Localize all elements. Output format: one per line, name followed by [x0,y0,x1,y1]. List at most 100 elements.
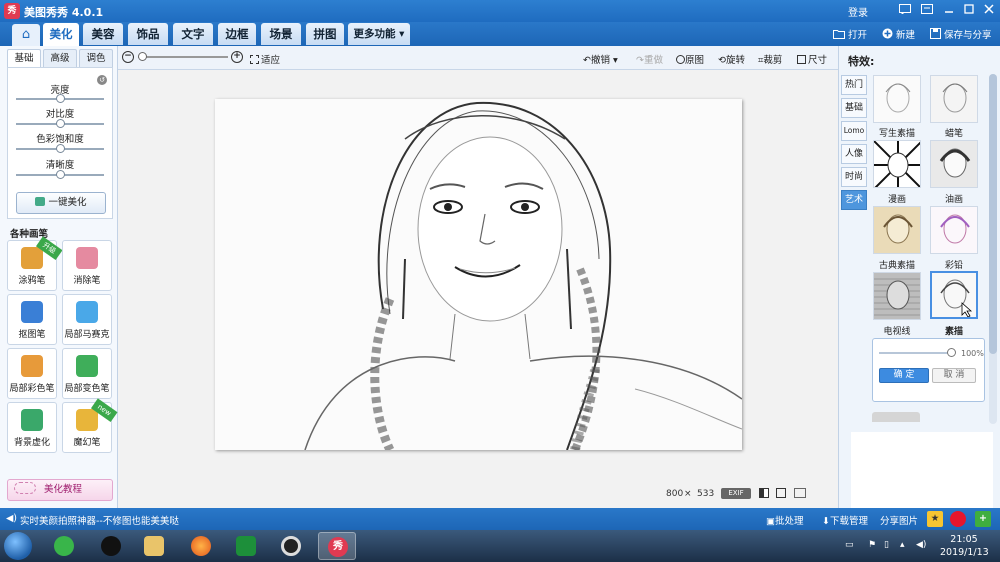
effect-thumb-partial[interactable] [872,412,920,422]
tab-more-features[interactable]: 更多功能 ▾ [348,23,410,45]
tab-beautify[interactable]: 美化 [43,23,79,46]
download-button[interactable]: ⬇下载管理 [822,513,868,527]
zoom-knob[interactable] [138,52,147,61]
effects-scrollbar[interactable] [989,74,997,424]
effect-thumb-color-pencil[interactable] [930,206,978,254]
effect-thumb-sketch-selected[interactable] [930,271,978,319]
batch-button[interactable]: ▣批处理 [766,513,804,527]
brush-cutout[interactable]: 抠图笔 [7,294,57,345]
effect-thumb-sketch-drawing[interactable] [873,75,921,123]
taskbar-qq[interactable] [92,532,130,560]
redo-label: 重做 [643,55,663,66]
crop-button[interactable]: ⌗裁剪 [758,52,782,66]
tab-advanced[interactable]: 高级 [43,49,77,67]
tab-scene[interactable]: 场景 [261,23,301,45]
tab-beauty[interactable]: 美容 [83,23,123,45]
rotate-button[interactable]: ⟲旋转 [718,52,745,66]
effect-thumb-comic[interactable] [873,140,921,188]
tab-collage[interactable]: 拼图 [306,23,344,45]
effect-label: 古典素描 [878,261,915,271]
original-button[interactable]: 原图 [676,52,704,66]
home-icon[interactable]: ⌂ [12,24,40,46]
sharpness-knob[interactable] [56,170,65,179]
keyboard-icon[interactable]: ▭ [845,540,857,550]
taskbar-firefox[interactable] [182,532,220,560]
tab-border[interactable]: 边框 [218,23,256,45]
undo-button[interactable]: ↶撤销 ▾ [583,52,618,66]
confirm-button[interactable]: 确 定 [879,368,929,383]
new-button[interactable]: 新建 [882,27,915,41]
battery-icon[interactable]: ▯ [884,540,896,550]
tab-basic[interactable]: 基础 [7,49,41,67]
opacity-slider[interactable] [879,352,951,354]
brush-local-color[interactable]: 局部彩色笔 [7,348,57,399]
tutorial-button[interactable]: 美化教程 [7,479,113,501]
start-button[interactable] [4,532,32,560]
minimize-icon[interactable] [940,3,958,19]
menu-icon[interactable] [918,3,936,19]
category-fashion[interactable]: 时尚 [841,167,867,187]
share-image-button[interactable]: 分享图片 [880,513,918,527]
taskbar-video-app[interactable] [227,532,265,560]
scrollbar-thumb[interactable] [989,74,997,354]
message-icon[interactable] [896,3,914,19]
taskbar-recorder[interactable] [272,532,310,560]
compare-icon[interactable] [759,488,769,498]
status-message[interactable]: 实时美颜拍照神器--不修图也能美美哒 [20,513,179,527]
category-basic[interactable]: 基础 [841,98,867,118]
taskbar-meitu[interactable]: 秀 [318,532,356,560]
save-share-button[interactable]: 保存与分享 [930,27,992,41]
brush-background-blur[interactable]: 背景虚化 [7,402,57,453]
record-icon [281,536,301,556]
volume-icon[interactable]: ◀) [916,540,928,550]
brush-magic[interactable]: new 魔幻笔 [62,398,118,453]
fullscreen-icon[interactable] [794,488,806,498]
zoom-out-icon[interactable]: − [122,51,134,63]
maximize-icon[interactable] [960,3,978,19]
clock[interactable]: 21:05 2019/1/13 [940,533,989,559]
brush-doodle[interactable]: 升级 涂鸦笔 [7,236,63,291]
saturation-knob[interactable] [56,144,65,153]
taskbar-explorer[interactable] [135,532,173,560]
brush-eraser[interactable]: 消除笔 [62,240,112,291]
weibo-icon[interactable] [950,511,966,527]
taskbar-360-browser[interactable] [45,532,83,560]
effect-thumb-crayon[interactable] [930,75,978,123]
tab-accessories[interactable]: 饰品 [128,23,168,45]
zoom-in-icon[interactable]: + [231,51,243,63]
effect-thumb-tv-lines[interactable] [873,272,921,320]
fit-button[interactable]: 适应 [250,52,280,66]
undo-dropdown-icon[interactable]: ▾ [613,55,618,66]
brush-label: 消除笔 [73,276,101,286]
redo-button[interactable]: ↷重做 [636,52,663,66]
zoom-slider[interactable] [138,56,228,58]
open-button[interactable]: 打开 [833,27,867,41]
view-mode-icon[interactable] [776,488,786,498]
resize-icon [797,55,806,64]
tab-color[interactable]: 调色 [79,49,113,67]
magic-icon [35,197,46,206]
star-icon[interactable]: ★ [927,511,943,527]
category-lomo[interactable]: Lomo [841,121,867,141]
resize-button[interactable]: 尺寸 [797,52,827,66]
one-key-beautify-button[interactable]: 一键美化 [16,192,106,214]
brightness-knob[interactable] [56,94,65,103]
close-icon[interactable] [980,3,998,19]
contrast-knob[interactable] [56,119,65,128]
exif-button[interactable]: EXIF [721,488,751,499]
effect-thumb-oil[interactable] [930,140,978,188]
brush-local-recolor[interactable]: 局部变色笔 [62,348,112,399]
login-link[interactable]: 登录 [848,4,868,19]
category-hot[interactable]: 热门 [841,75,867,95]
add-icon[interactable]: + [975,511,991,527]
opacity-knob[interactable] [947,348,956,357]
category-portrait[interactable]: 人像 [841,144,867,164]
effect-thumb-classic-sketch[interactable] [873,206,921,254]
sketch-photo[interactable] [215,99,742,450]
brush-mosaic[interactable]: 局部马赛克 [62,294,112,345]
category-art[interactable]: 艺术 [841,190,867,210]
tab-text[interactable]: 文字 [173,23,213,45]
network-icon[interactable]: ▴ [900,540,912,550]
cancel-button[interactable]: 取 消 [932,368,976,383]
flag-icon[interactable]: ⚑ [868,540,880,550]
